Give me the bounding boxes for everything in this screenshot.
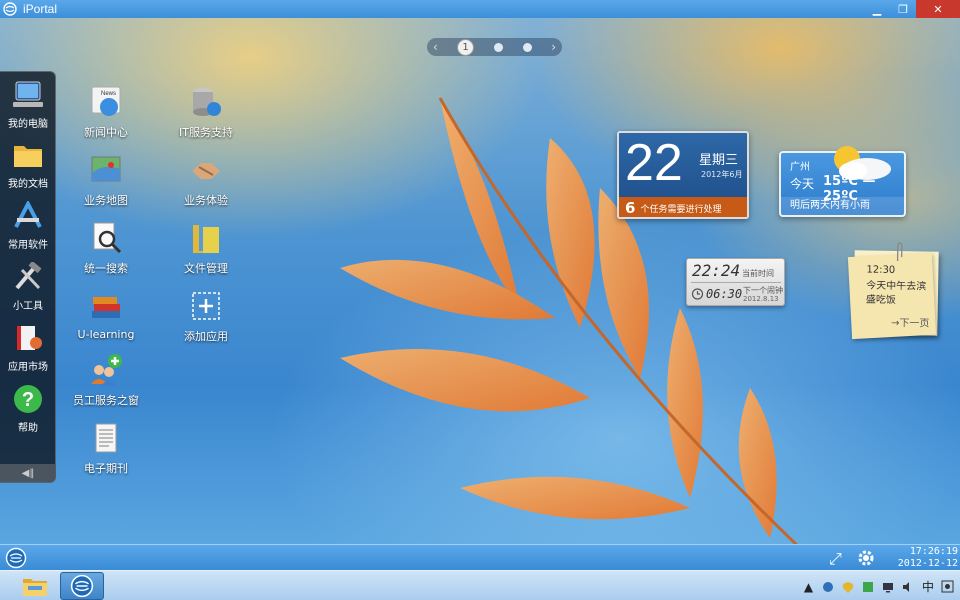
- desktop-page-switcher: ‹ 1 ›: [427, 38, 562, 56]
- weather-day: 今天: [790, 177, 815, 191]
- portal-start-icon[interactable]: [5, 547, 27, 569]
- svg-text:?: ?: [22, 389, 34, 411]
- search-document-icon: [93, 222, 122, 254]
- app-market-icon: [17, 326, 42, 350]
- app-u-learning[interactable]: U-learning: [60, 288, 152, 350]
- alarm-time: 06:30: [706, 287, 743, 301]
- alarm-date: 2012.8.13: [743, 295, 779, 303]
- arrow-right-icon: →: [890, 317, 900, 330]
- sticky-note-widget[interactable]: 12:30 今天中午去滨盛吃饭 →下一页: [853, 242, 939, 336]
- app-news-center[interactable]: News 新闻中心: [60, 84, 152, 146]
- computer-icon: [13, 81, 43, 107]
- tray-app-icon[interactable]: [862, 580, 875, 593]
- system-tray: ▲ 中: [802, 578, 954, 595]
- calendar-year-month: 2012年6月: [701, 170, 743, 179]
- page-next-icon[interactable]: ›: [551, 40, 556, 54]
- tray-monitor-icon[interactable]: [882, 580, 895, 593]
- task-count: 6: [625, 199, 636, 217]
- app-store-tools-icon: [14, 201, 42, 228]
- dock-item-common-software[interactable]: 常用软件: [0, 193, 56, 253]
- app-business-map[interactable]: 业务地图: [60, 152, 152, 214]
- database-globe-icon: [193, 88, 221, 116]
- fullscreen-icon[interactable]: ⤢: [829, 549, 842, 569]
- svg-text:News: News: [101, 91, 116, 97]
- current-time: 22:24: [692, 261, 741, 280]
- dock-collapse-button[interactable]: ◀‖: [0, 464, 56, 482]
- app-employee-service[interactable]: 员工服务之窗: [60, 352, 152, 414]
- note-next-page[interactable]: →下一页: [891, 314, 930, 330]
- tray-expand-icon[interactable]: ▲: [802, 580, 815, 594]
- task-text: 个任务需要进行处理: [640, 204, 722, 215]
- settings-gear-icon[interactable]: [856, 548, 876, 568]
- portal-clock: 17:26:19 2012-12-12: [888, 546, 958, 570]
- calendar-weekday: 星期三: [699, 153, 739, 168]
- window-controls: ▁ ❐ ✕: [864, 0, 960, 18]
- portal-time: 17:26:19: [909, 546, 958, 557]
- note-text: 今天中午去滨盛吃饭: [865, 280, 927, 306]
- iportal-taskbar-icon: [70, 574, 94, 598]
- file-folder-icon: [193, 223, 219, 253]
- add-app-icon: [192, 292, 220, 320]
- app-unified-search[interactable]: 统一搜索: [60, 220, 152, 282]
- file-explorer-icon: [23, 579, 47, 596]
- app-e-journal[interactable]: 电子期刊: [60, 420, 152, 482]
- dock-item-app-market[interactable]: 应用市场: [0, 315, 56, 375]
- iportal-logo-icon: [3, 2, 17, 16]
- portal-date: 2012-12-12: [897, 558, 958, 569]
- folder-icon: [14, 146, 42, 167]
- help-icon: ?: [14, 385, 42, 413]
- alarm-clock-icon: [691, 288, 704, 300]
- tray-shield-icon[interactable]: [842, 580, 855, 593]
- clock-widget[interactable]: 22:24 当前时间 06:30 下一个闹钟 2012.8.13: [686, 258, 785, 306]
- calendar-day: 22: [625, 134, 683, 192]
- news-icon: News: [91, 86, 121, 116]
- page-dot-current[interactable]: 1: [457, 38, 474, 56]
- tray-volume-icon[interactable]: [902, 580, 915, 593]
- tray-keyboard-icon[interactable]: [941, 580, 954, 593]
- app-file-management[interactable]: 文件管理: [160, 220, 252, 282]
- handshake-icon: [192, 163, 220, 179]
- page-dot-2[interactable]: [494, 42, 503, 52]
- taskbar-explorer[interactable]: [13, 572, 57, 600]
- minimize-button[interactable]: ▁: [864, 0, 890, 18]
- weather-widget[interactable]: 广州 今天 15ºC — 25ºC 明后两天内有小雨: [779, 146, 906, 217]
- portal-bottom-bar: ⤢ 17:26:19 2012-12-12: [0, 544, 960, 570]
- app-business-experience[interactable]: 业务体验: [160, 152, 252, 214]
- dock-item-help[interactable]: ? 帮助: [0, 376, 56, 436]
- page-dot-3[interactable]: [523, 42, 532, 52]
- books-icon: [92, 297, 120, 318]
- app-it-service-support[interactable]: IT服务支持: [160, 84, 252, 146]
- restore-icon: ❐: [898, 2, 908, 16]
- weather-forecast: 明后两天内有小雨: [781, 197, 904, 215]
- collapse-left-icon: ◀‖: [21, 467, 35, 479]
- clock-divider: [691, 282, 781, 283]
- users-add-icon: [91, 354, 122, 386]
- os-taskbar: ▲ 中: [0, 570, 960, 600]
- window-titlebar: iPortal ▁ ❐ ✕: [0, 0, 960, 18]
- taskbar-iportal[interactable]: [60, 572, 104, 600]
- close-icon: ✕: [933, 2, 943, 16]
- left-dock: 我的电脑 我的文档 常用软件 小工具 应用市场 ? 帮助 ◀‖: [0, 71, 56, 483]
- hammer-wrench-icon: [15, 262, 42, 290]
- window-title: iPortal: [23, 2, 58, 16]
- weather-city: 广州: [790, 162, 810, 173]
- journal-icon: [95, 423, 117, 453]
- calendar-widget[interactable]: 22 星期三 2012年6月 6 个任务需要进行处理: [617, 131, 749, 219]
- close-button[interactable]: ✕: [916, 0, 960, 18]
- note-time: 12:30: [866, 264, 896, 276]
- minimize-icon: ▁: [872, 2, 882, 16]
- app-add-application[interactable]: 添加应用: [160, 288, 252, 350]
- restore-button[interactable]: ❐: [890, 0, 916, 18]
- task-bar[interactable]: 6 个任务需要进行处理: [619, 197, 747, 217]
- dock-item-tools[interactable]: 小工具: [0, 254, 56, 314]
- dock-item-my-computer[interactable]: 我的电脑: [0, 72, 56, 132]
- dock-item-my-documents[interactable]: 我的文档: [0, 132, 56, 192]
- page-prev-icon[interactable]: ‹: [433, 40, 438, 54]
- map-icon: [91, 156, 121, 182]
- current-time-label: 当前时间: [742, 269, 774, 278]
- tray-network-icon[interactable]: [822, 580, 835, 593]
- desktop-area: ‹ 1 › 我的电脑 我的文档 常用软件 小工具 应用市场 ? 帮助 ◀‖ Ne…: [0, 18, 960, 544]
- paperclip-icon: [896, 242, 903, 262]
- ime-indicator[interactable]: 中: [922, 578, 934, 595]
